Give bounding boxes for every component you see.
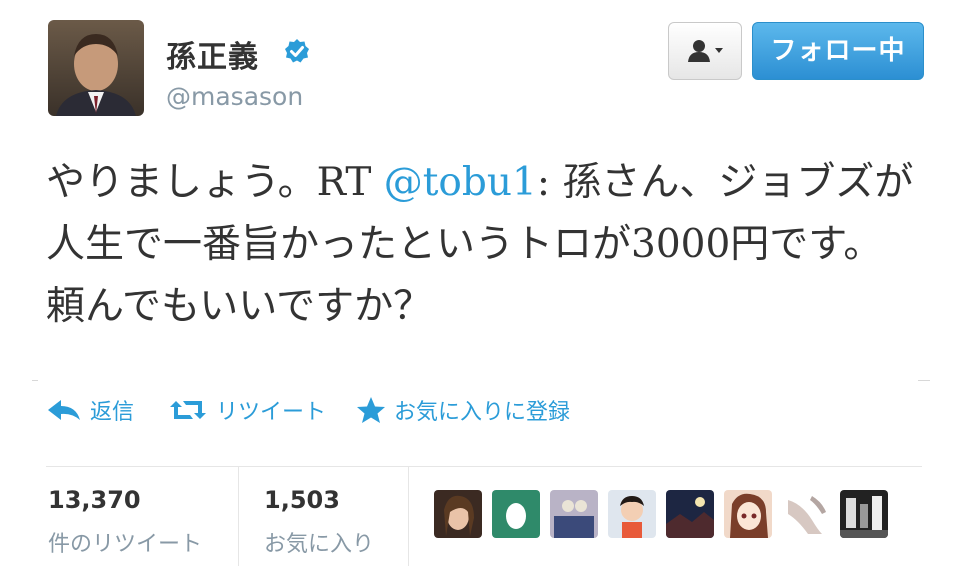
user-avatar[interactable] [724, 490, 772, 538]
user-avatar[interactable] [782, 490, 830, 538]
retweet-action[interactable]: リツイート [168, 392, 326, 428]
favorite-action[interactable]: お気に入りに登録 [356, 392, 570, 428]
favorite-count: 1,503 [264, 486, 340, 514]
stats-separator-2 [408, 466, 409, 566]
separator-right [918, 380, 930, 381]
user-actions-button[interactable] [668, 22, 742, 80]
retweet-icon [170, 401, 206, 419]
author-handle[interactable]: @masason [166, 82, 303, 111]
following-button[interactable]: フォロー中 [752, 22, 924, 80]
reply-icon [48, 400, 80, 420]
star-icon [357, 397, 385, 423]
favorite-label: お気に入りに登録 [394, 400, 571, 425]
favorite-stats[interactable]: 1,503 お気に入り [264, 486, 374, 558]
stats-separator-1 [238, 466, 239, 566]
retweet-count-label: 件のリツイート [48, 532, 203, 557]
stats-divider [46, 466, 922, 467]
retweet-count: 13,370 [48, 486, 141, 514]
author-display-name[interactable]: 孫正義 [166, 32, 259, 76]
tweet-text: やりましょう。RT @tobu1: 孫さん、ジョブズが人生で一番旨かったというト… [46, 152, 916, 338]
retweet-label: リツイート [216, 400, 327, 425]
reply-action[interactable]: 返信 [46, 392, 134, 428]
user-dropdown-icon [688, 40, 723, 62]
user-avatar[interactable] [434, 490, 482, 538]
mention-link[interactable]: @tobu1 [384, 160, 537, 205]
verified-badge-icon [285, 39, 309, 63]
user-avatar[interactable] [666, 490, 714, 538]
separator-left [32, 380, 38, 381]
author-avatar[interactable] [48, 20, 144, 116]
favorite-count-label: お気に入り [264, 532, 375, 557]
user-avatar[interactable] [840, 490, 888, 538]
user-avatar[interactable] [608, 490, 656, 538]
reply-label: 返信 [90, 400, 135, 425]
default-egg-avatar[interactable] [492, 490, 540, 538]
tweet-text-start: やりましょう。RT [46, 160, 384, 205]
profile-photo [48, 20, 144, 116]
user-avatar[interactable] [550, 490, 598, 538]
retweet-stats[interactable]: 13,370 件のリツイート [48, 486, 202, 558]
